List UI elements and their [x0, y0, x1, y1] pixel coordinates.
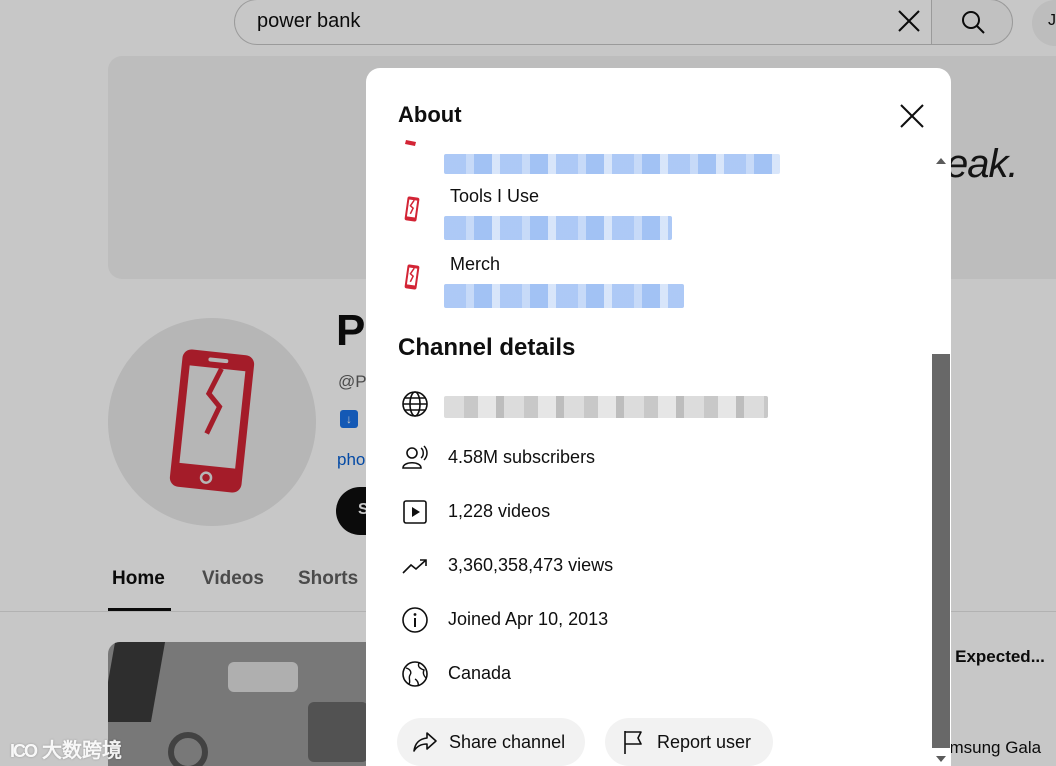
phone-logo-icon [404, 196, 420, 222]
detail-row-joined: Joined Apr 10, 2013 [398, 600, 918, 640]
link-url-blurred[interactable] [444, 216, 672, 240]
video-play-icon [403, 500, 427, 524]
info-icon [402, 607, 428, 633]
detail-row-views: 3,360,358,473 views [398, 546, 918, 586]
link-item[interactable] [396, 140, 916, 178]
about-dialog: About Tools I Use Merch Channel details [366, 68, 951, 766]
share-channel-label: Share channel [449, 732, 566, 752]
country: Canada [448, 663, 512, 683]
globe-icon [402, 391, 428, 417]
detail-row-url[interactable] [398, 384, 918, 424]
globe-location-icon [402, 661, 428, 687]
report-user-label: Report user [657, 732, 752, 752]
share-channel-button[interactable]: Share channel [397, 718, 585, 766]
scroll-up-arrow[interactable] [936, 158, 946, 164]
detail-row-videos: 1,228 videos [398, 492, 918, 532]
detail-row-subscribers: 4.58M subscribers [398, 438, 918, 478]
link-title[interactable]: Tools I Use [450, 186, 539, 207]
scrollbar[interactable] [932, 154, 950, 766]
phone-logo-icon [404, 264, 420, 290]
flag-icon [624, 731, 642, 754]
report-user-button[interactable]: Report user [605, 718, 773, 766]
joined-date: Joined Apr 10, 2013 [448, 609, 609, 629]
trending-icon [402, 559, 427, 574]
subscriber-count: 4.58M subscribers [448, 447, 596, 467]
subscribers-icon [402, 445, 428, 469]
link-url-blurred[interactable] [444, 154, 780, 174]
link-title[interactable]: Merch [450, 254, 500, 275]
scroll-down-arrow[interactable] [936, 756, 946, 762]
link-item[interactable]: Tools I Use [396, 186, 916, 246]
share-icon [413, 732, 437, 752]
view-count: 3,360,358,473 views [448, 555, 614, 575]
detail-row-country: Canada [398, 654, 918, 694]
video-count: 1,228 videos [448, 501, 551, 521]
watermark-text: 大数跨境 [42, 740, 123, 762]
scrollbar-thumb[interactable] [932, 354, 950, 748]
channel-url-blurred[interactable] [444, 396, 768, 418]
link-url-blurred[interactable] [444, 284, 684, 308]
phone-logo-icon [405, 140, 416, 146]
watermark-logo: ICO [10, 741, 38, 761]
channel-details-title: Channel details [398, 334, 576, 361]
about-title: About [398, 102, 462, 127]
close-icon[interactable] [896, 100, 928, 132]
link-item[interactable]: Merch [396, 254, 916, 314]
watermark: ICO 大数跨境 [10, 734, 122, 763]
